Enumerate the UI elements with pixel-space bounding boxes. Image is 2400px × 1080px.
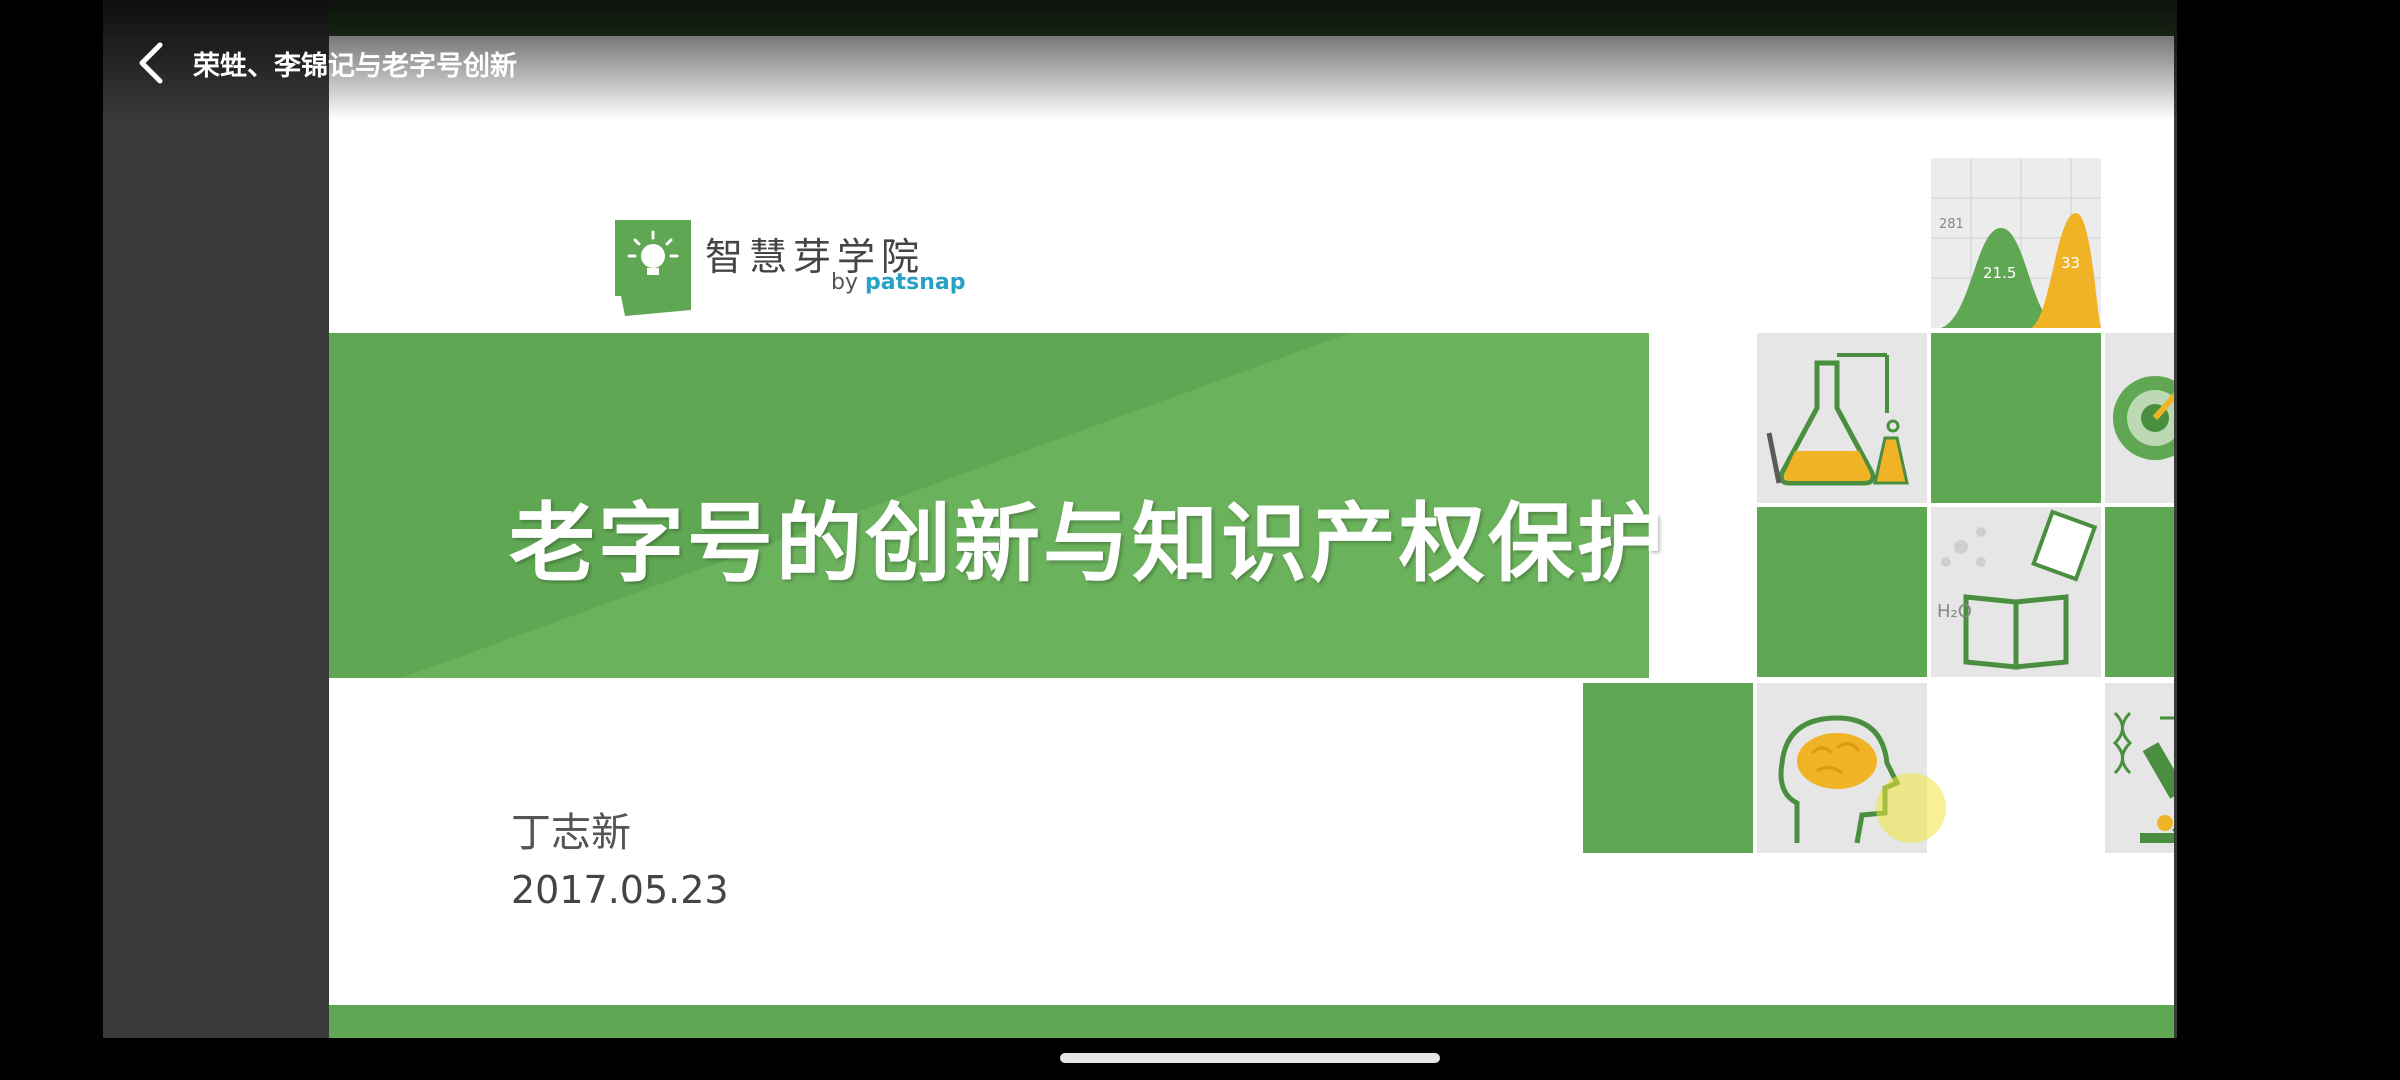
presentation-slide: 智慧芽学院 by patsnap 老字号的创新与知识产权保护 281 21.5 … — [329, 0, 2174, 1038]
tile-book-molecule: H₂O — [1931, 507, 2101, 677]
laser-pointer-dot — [1876, 773, 1946, 843]
tile-green-4 — [1583, 683, 1753, 853]
tile-green-2 — [1757, 507, 1927, 677]
patsnap-academy-logo: 智慧芽学院 by patsnap — [615, 220, 965, 320]
slide-date: 2017.05.23 — [511, 868, 729, 912]
chart-label-yellow: 33 — [2061, 254, 2080, 272]
slide-bottom-bar — [329, 1005, 2174, 1038]
lightbulb-icon — [615, 220, 691, 316]
logo-by-text: by — [831, 270, 858, 295]
chevron-left-icon — [139, 42, 163, 84]
slide-author: 丁志新 — [511, 810, 631, 856]
chart-label-green: 21.5 — [1983, 264, 2016, 282]
chart-label-peak: 281 — [1939, 217, 1964, 232]
home-indicator[interactable] — [1060, 1053, 1440, 1063]
tile-target-magnifier — [2105, 333, 2174, 503]
tile-lab-flask — [1757, 333, 1927, 503]
back-button[interactable] — [127, 30, 175, 96]
video-title: 荣甡、李锦记与老字号创新 — [193, 51, 517, 82]
tile-distribution-chart: 281 21.5 33 — [1931, 158, 2101, 328]
molecule-label: H₂O — [1937, 601, 1972, 622]
logo-brand: patsnap — [864, 270, 966, 295]
tile-green-1 — [1931, 333, 2101, 503]
slide-title: 老字号的创新与知识产权保护 — [509, 494, 1666, 594]
tile-microscope-science: a b c — [2105, 683, 2174, 853]
logo-byline: by patsnap — [831, 270, 965, 295]
tile-green-3 — [2105, 507, 2174, 677]
video-player[interactable]: 智慧芽学院 by patsnap 老字号的创新与知识产权保护 281 21.5 … — [103, 0, 2177, 1038]
title-band: 老字号的创新与知识产权保护 — [329, 333, 1663, 678]
